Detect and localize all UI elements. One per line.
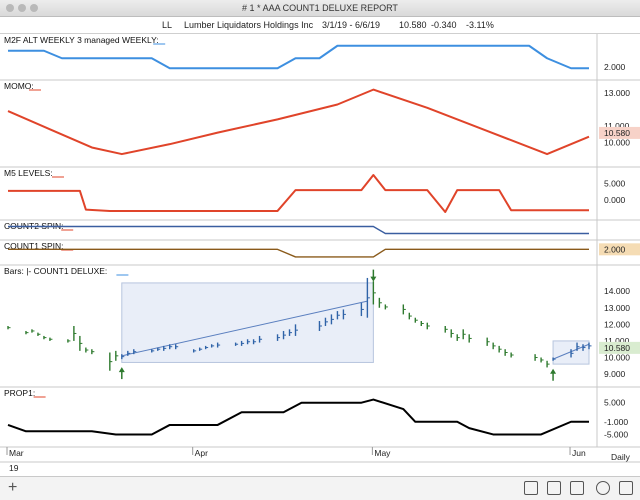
momo-series-line (7, 88, 590, 156)
prop1-panel-title: PROP1: (4, 388, 35, 398)
interval-label: Daily (611, 452, 631, 462)
m2f-series-line (8, 44, 589, 70)
signal-arrow-down-head (370, 276, 377, 282)
add-panel-button[interactable]: + (8, 479, 17, 497)
momo-ytick-label: 13.000 (604, 88, 630, 98)
prop1-ytick-label: 5.000 (604, 398, 626, 408)
xaxis-label: Apr (195, 448, 208, 458)
zoom-tool-icon[interactable] (570, 481, 584, 495)
expand-icon[interactable] (619, 481, 633, 495)
count1-ytick-label: 2.000 (604, 244, 626, 254)
m5-panel-title: M5 LEVELS: (4, 168, 53, 178)
bars-ytick-label: 12.000 (604, 319, 630, 329)
m5-ytick-label: 5.000 (604, 178, 626, 188)
signal-arrow-up-head (550, 368, 557, 374)
bars-ytick-label: 10.000 (604, 352, 630, 362)
m2f-ytick-label: 2.000 (604, 62, 626, 72)
m2f-panel-title: M2F ALT WEEKLY 3 managed WEEKLY: (4, 35, 159, 45)
m5-series-line (8, 174, 589, 213)
settings-icon[interactable] (596, 481, 610, 495)
prop1-ytick-label: -5.000 (604, 429, 628, 439)
bars-last-value-label: 10.580 (604, 343, 630, 353)
prop1-series-line (7, 398, 589, 436)
chart-area[interactable]: M2F ALT WEEKLY 3 managed WEEKLY:2.000MOM… (0, 0, 640, 476)
bars-ytick-label: 13.000 (604, 303, 630, 313)
line-tool-icon[interactable] (524, 481, 538, 495)
xaxis-label: May (374, 448, 391, 458)
prop1-ytick-label: -1.000 (604, 417, 628, 427)
bars-ytick-label: 14.000 (604, 286, 630, 296)
bars-ytick-label: 9.000 (604, 369, 626, 379)
m5-ytick-label: 0.000 (604, 195, 626, 205)
xaxis-label: Jun (572, 448, 586, 458)
xaxis-label: Mar (9, 448, 24, 458)
signal-arrow-up-head (118, 367, 125, 373)
momo-ytick-label: 10.000 (604, 138, 630, 148)
count2-series-line (8, 225, 589, 235)
bottom-toolbar: + (0, 476, 640, 500)
bars-count-box (121, 282, 374, 363)
momo-last-value-label: 10.580 (604, 128, 630, 138)
count1-series-line (8, 248, 589, 258)
xaxis-label: 19 (9, 463, 19, 473)
draw-tool-icon[interactable] (547, 481, 561, 495)
bars-panel-title: Bars: |- COUNT1 DELUXE: (4, 266, 107, 276)
